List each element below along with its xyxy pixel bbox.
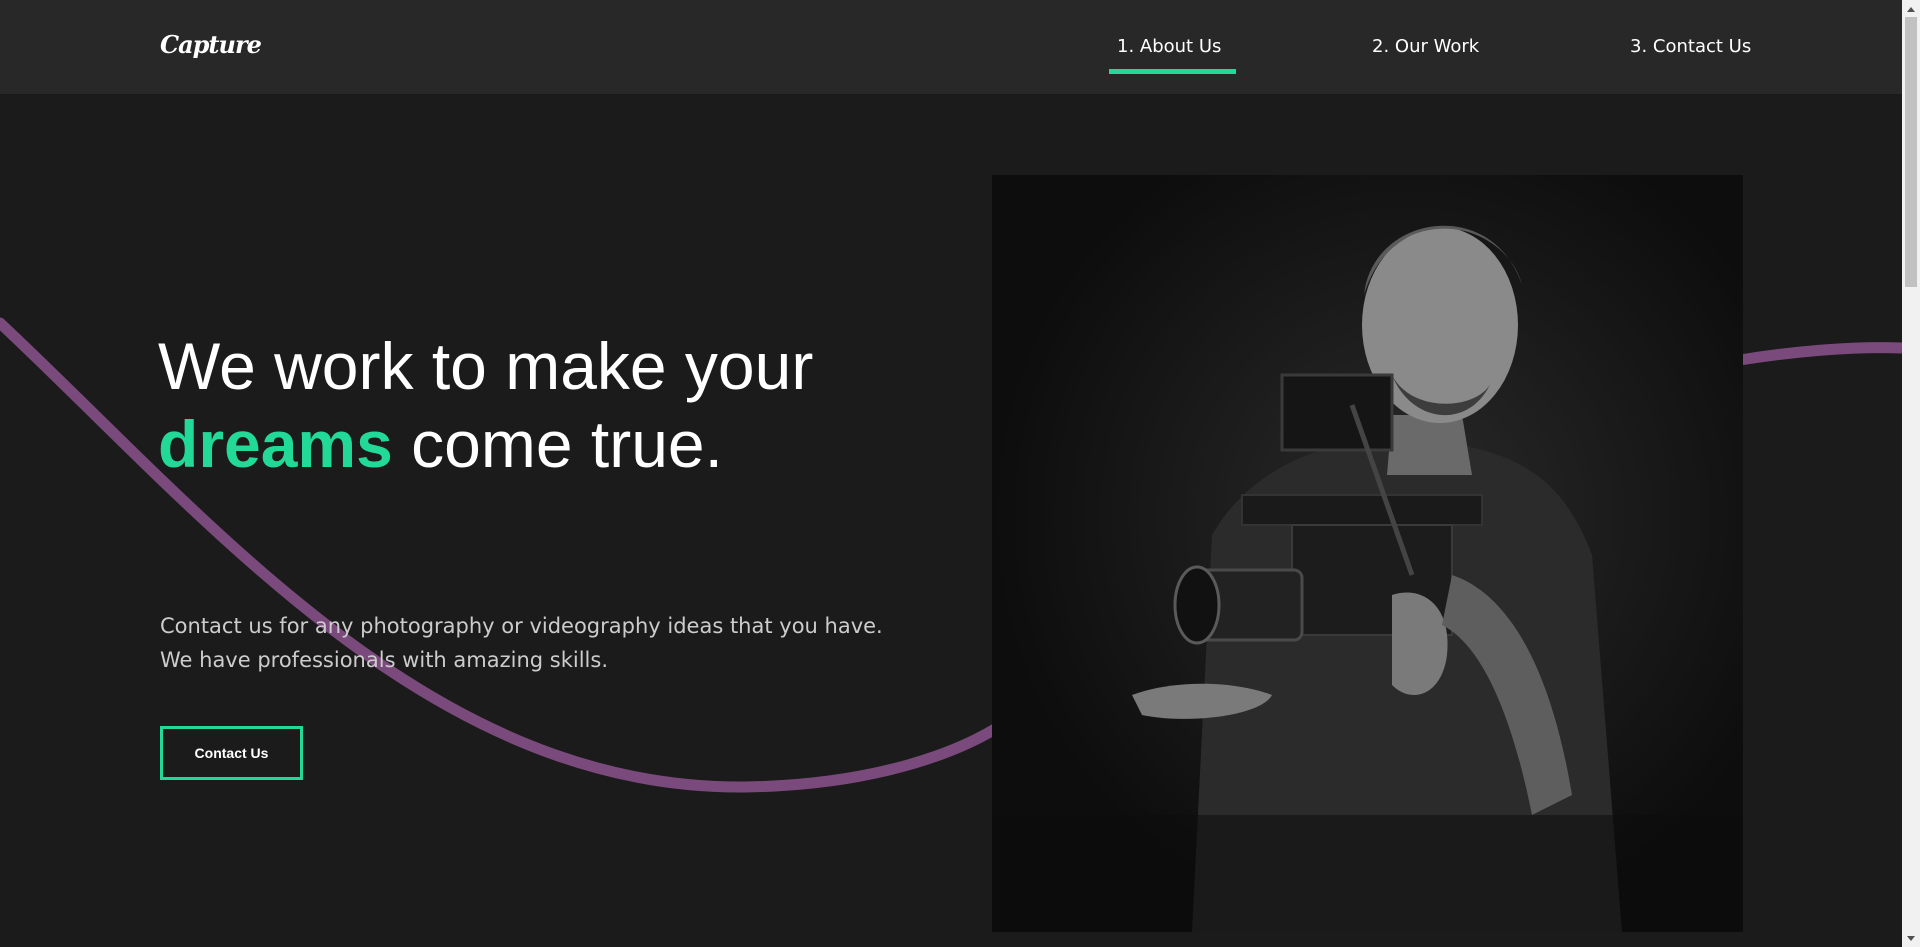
hero-description-line-2: We have professionals with amazing skill… [160, 648, 609, 672]
hero-description: Contact us for any photography or videog… [160, 609, 920, 677]
chevron-up-icon[interactable] [1902, 0, 1920, 17]
page-scrollbar[interactable] [1902, 0, 1920, 947]
chevron-down-icon[interactable] [1902, 930, 1920, 947]
videographer-illustration [992, 175, 1743, 932]
hero-title: We work to make your dreams come true. [158, 327, 858, 483]
hero-photo-videographer [992, 175, 1743, 932]
nav-contact-us[interactable]: 3. Contact Us [1630, 36, 1751, 57]
nav-our-work[interactable]: 2. Our Work [1372, 36, 1479, 57]
nav-about-us[interactable]: 1. About Us [1117, 36, 1221, 57]
hero-title-text-end: come true. [392, 407, 723, 481]
navbar: Capture 1. About Us 2. Our Work 3. Conta… [0, 0, 1902, 94]
logo[interactable]: Capture [160, 30, 262, 59]
hero-description-line-1: Contact us for any photography or videog… [160, 614, 883, 638]
scrollbar-thumb[interactable] [1905, 17, 1917, 287]
contact-us-button[interactable]: Contact Us [160, 726, 303, 780]
active-nav-underline [1109, 69, 1236, 74]
hero-title-text: We work to make your [158, 329, 814, 403]
hero-title-accent: dreams [158, 407, 393, 481]
